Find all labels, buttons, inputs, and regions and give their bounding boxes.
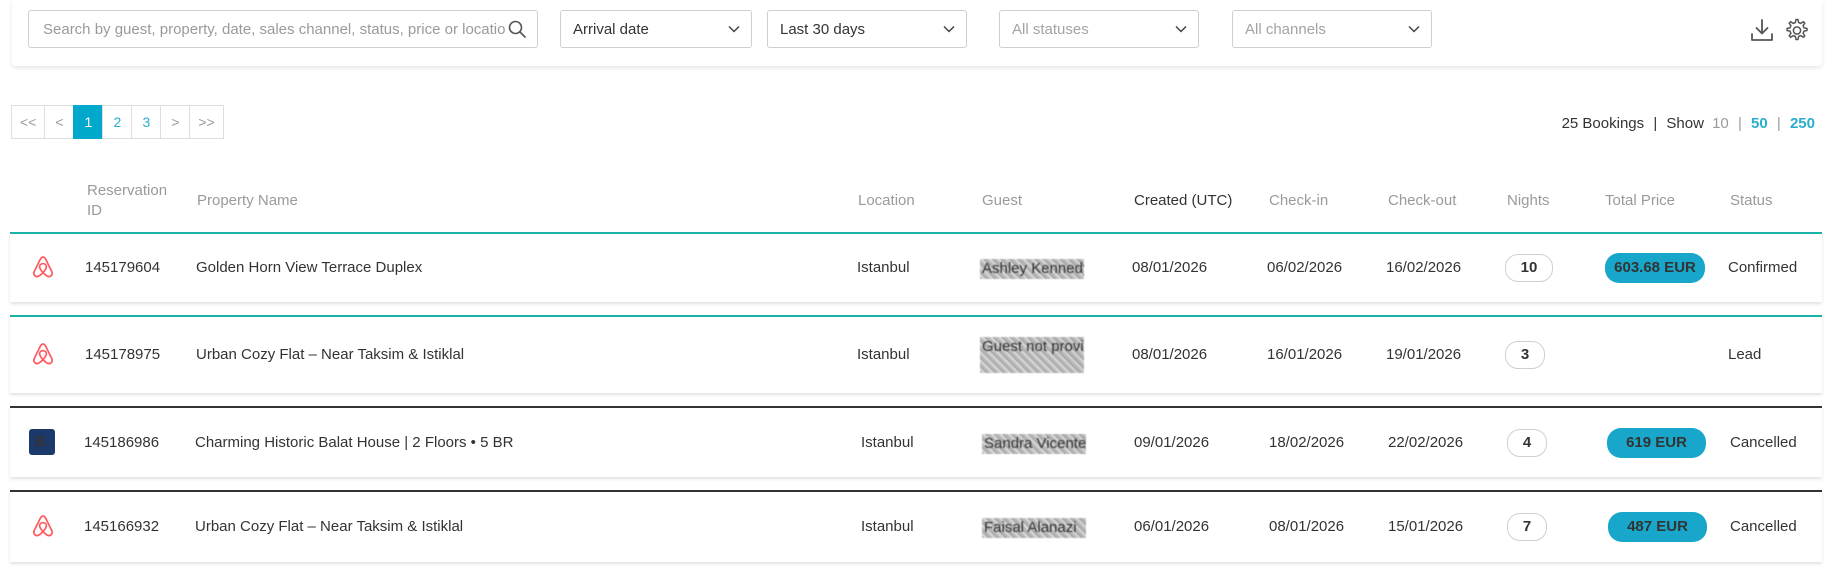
col-reservation-id[interactable]: Reservation ID (87, 181, 167, 221)
created-date: 08/01/2026 (1132, 346, 1208, 363)
created-date: 08/01/2026 (1132, 259, 1208, 276)
col-nights[interactable]: Nights (1507, 191, 1550, 211)
reservation-id[interactable]: 145178975 (85, 345, 160, 365)
airbnb-icon (32, 256, 54, 278)
nights-badge: 3 (1505, 341, 1545, 369)
table-header: Reservation ID Property Name Location Gu… (10, 178, 1822, 232)
pagination: << < 1 2 3 > >> (11, 105, 224, 139)
last-page-button[interactable]: >> (189, 105, 224, 139)
download-icon[interactable] (1748, 16, 1776, 44)
show-250-option[interactable]: 250 (1790, 115, 1815, 132)
bookings-count: 25 Bookings (1561, 115, 1645, 132)
status-select[interactable]: All statuses (999, 10, 1199, 48)
checkin-date: 06/02/2026 (1267, 259, 1343, 276)
show-50-option[interactable]: 50 (1751, 115, 1768, 132)
col-total-price[interactable]: Total Price (1605, 191, 1675, 211)
separator: | (1653, 115, 1658, 132)
created-date: 09/01/2026 (1134, 434, 1210, 451)
total-price-badge: 487 EUR (1608, 512, 1707, 542)
chevron-down-icon (1175, 25, 1187, 33)
channel-value: All channels (1245, 20, 1326, 38)
results-summary: 25 Bookings | Show 10 | 50 | 250 (1562, 115, 1815, 132)
status-text: Cancelled (1730, 434, 1797, 451)
date-range-value: Last 30 days (780, 20, 866, 38)
location: Istanbul (861, 434, 914, 451)
date-type-select[interactable]: Arrival date (560, 10, 752, 48)
booking-com-icon: B. (29, 429, 55, 455)
status-value: All statuses (1012, 20, 1089, 38)
guest-name: Faisal Alanazi (982, 518, 1086, 538)
status-text: Cancelled (1730, 518, 1797, 535)
col-checkout[interactable]: Check-out (1388, 191, 1456, 211)
airbnb-icon (32, 515, 54, 537)
nights-badge: 10 (1505, 254, 1553, 282)
reservation-id[interactable]: 145166932 (84, 517, 159, 537)
property-name[interactable]: Urban Cozy Flat – Near Taksim & Istiklal (196, 345, 464, 365)
airbnb-icon (32, 343, 54, 365)
property-name[interactable]: Urban Cozy Flat – Near Taksim & Istiklal (195, 517, 463, 537)
reservation-id[interactable]: 145186986 (84, 433, 159, 453)
checkout-date: 16/02/2026 (1386, 259, 1462, 276)
total-price-badge: 619 EUR (1607, 428, 1706, 458)
search-input[interactable] (41, 19, 507, 39)
separator: | (1776, 115, 1781, 132)
checkin-date: 18/02/2026 (1269, 434, 1345, 451)
guest-name: Ashley Kennedy (980, 259, 1084, 279)
checkin-date: 08/01/2026 (1269, 518, 1345, 535)
reservation-id[interactable]: 145179604 (85, 258, 160, 278)
gear-icon[interactable] (1782, 16, 1810, 44)
nights-badge: 7 (1507, 513, 1547, 541)
guest-name: Sandra Vicente (982, 434, 1086, 454)
nights-badge: 4 (1507, 429, 1547, 457)
location: Istanbul (861, 518, 914, 535)
location: Istanbul (857, 259, 910, 276)
table-row[interactable]: B. 145186986 Charming Historic Balat Hou… (10, 406, 1822, 477)
created-date: 06/01/2026 (1134, 518, 1210, 535)
checkin-date: 16/01/2026 (1267, 346, 1343, 363)
col-guest[interactable]: Guest (982, 191, 1022, 211)
table-row[interactable]: 145178975 Urban Cozy Flat – Near Taksim … (10, 315, 1822, 393)
status-text: Confirmed (1728, 259, 1798, 276)
checkout-date: 19/01/2026 (1386, 346, 1462, 363)
col-location[interactable]: Location (858, 191, 915, 211)
location: Istanbul (857, 346, 910, 363)
channel-select[interactable]: All channels (1232, 10, 1432, 48)
next-page-button[interactable]: > (160, 105, 191, 139)
chevron-down-icon (943, 25, 955, 33)
date-range-select[interactable]: Last 30 days (767, 10, 967, 48)
separator: | (1737, 115, 1742, 132)
first-page-button[interactable]: << (11, 105, 46, 139)
table-row[interactable]: 145166932 Urban Cozy Flat – Near Taksim … (10, 490, 1822, 562)
chevron-down-icon (1408, 25, 1420, 33)
col-checkin[interactable]: Check-in (1269, 191, 1328, 211)
chevron-down-icon (728, 25, 740, 33)
col-property-name[interactable]: Property Name (197, 191, 298, 211)
checkout-date: 15/01/2026 (1388, 518, 1464, 535)
show-10-option[interactable]: 10 (1712, 115, 1729, 132)
status-text: Lead (1728, 346, 1762, 363)
page-1-button[interactable]: 1 (73, 105, 104, 139)
total-price-badge: 603.68 EUR (1605, 253, 1705, 283)
filter-bar: Arrival date Last 30 days All statuses A… (12, 0, 1822, 66)
col-created[interactable]: Created (UTC) (1134, 191, 1232, 211)
prev-page-button[interactable]: < (44, 105, 75, 139)
col-status[interactable]: Status (1730, 191, 1773, 211)
table-row[interactable]: 145179604 Golden Horn View Terrace Duple… (10, 232, 1822, 302)
search-icon[interactable] (507, 19, 527, 39)
guest-name: Guest not provided (980, 337, 1084, 373)
checkout-date: 22/02/2026 (1388, 434, 1464, 451)
search-box[interactable] (28, 10, 538, 48)
show-label: Show (1666, 115, 1704, 132)
date-type-value: Arrival date (573, 20, 649, 38)
property-name[interactable]: Charming Historic Balat House | 2 Floors… (195, 433, 513, 453)
page-3-button[interactable]: 3 (131, 105, 162, 139)
page-2-button[interactable]: 2 (102, 105, 133, 139)
property-name[interactable]: Golden Horn View Terrace Duplex (196, 258, 422, 278)
